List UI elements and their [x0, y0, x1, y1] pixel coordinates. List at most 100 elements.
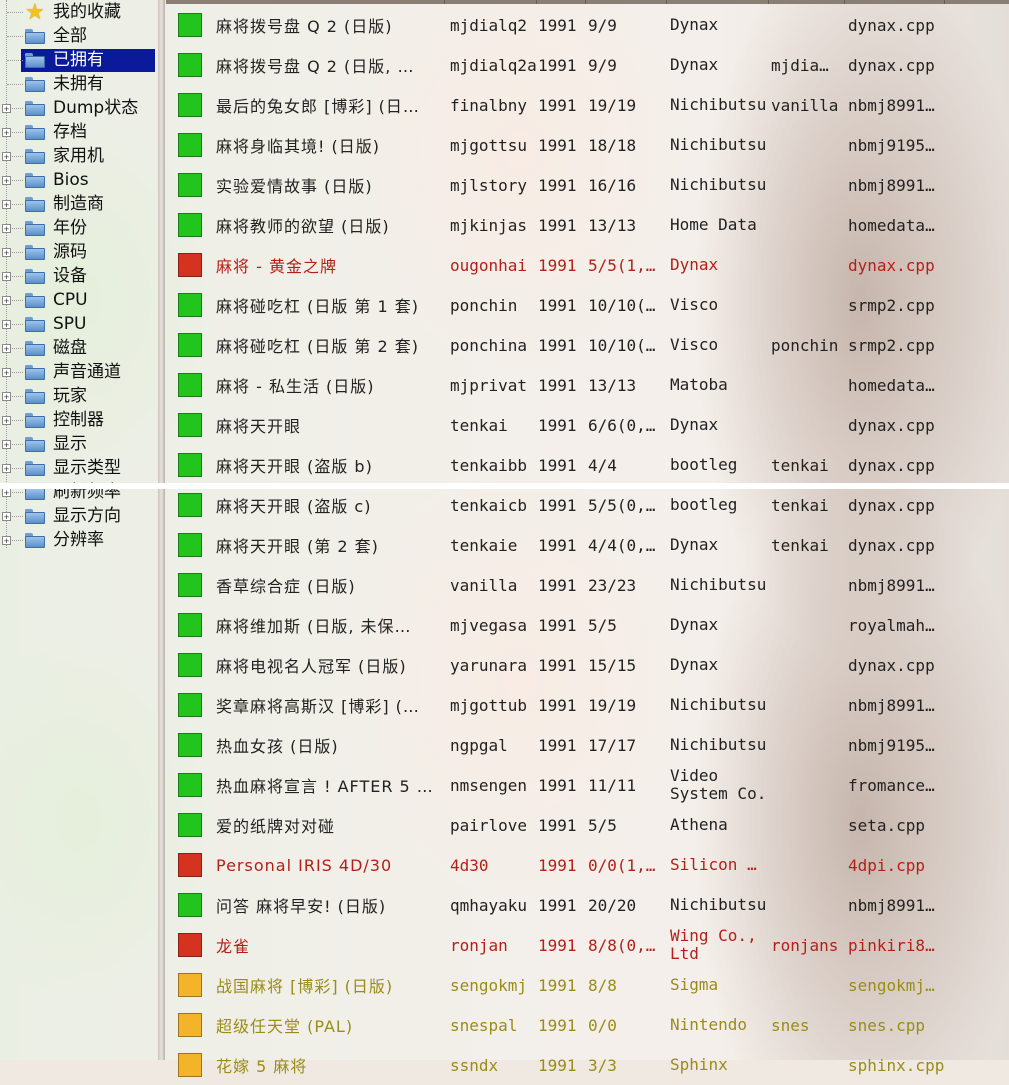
game-manufacturer: Silicon … — [670, 855, 757, 874]
table-row[interactable]: 麻将天开眼 (第 2 套) tenkaie 1991 4/4(0,… Dynax tenk… — [166, 525, 1009, 565]
game-source-file: snes.cpp — [848, 1015, 926, 1035]
tree-item-label: 声音通道 — [53, 362, 121, 382]
tree-item[interactable]: + 分辨率 — [0, 528, 158, 552]
table-row[interactable]: 最后的兔女郎 [博彩] (日… finalbny 1991 19/19 Nichibut… — [166, 85, 1009, 125]
game-sets: 0/0(1,… — [588, 855, 656, 875]
tree-item[interactable]: + 家用机 — [0, 144, 158, 168]
tree-item[interactable]: + 玩家 — [0, 384, 158, 408]
tree-item[interactable]: + 显示 — [0, 432, 158, 456]
tree-item[interactable]: + 显示方向 — [0, 504, 158, 528]
tree-item[interactable]: + 制造商 — [0, 192, 158, 216]
tree-item[interactable]: + 显示类型 — [0, 456, 158, 480]
table-row[interactable]: 花嫁 5 麻将 ssndx 1991 3/3 Sphinx sphinx.cpp — [166, 1045, 1009, 1085]
table-row[interactable]: 麻将 - 黄金之牌 ougonhai 1991 5/5(1,… Dynax dynax.c… — [166, 245, 1009, 285]
table-row[interactable]: 麻将碰吃杠 (日版 第 1 套) ponchin 1991 10/10(… Visco s… — [166, 285, 1009, 325]
folder-icon — [25, 389, 45, 404]
folder-icon — [25, 317, 45, 332]
expand-icon[interactable]: + — [2, 536, 11, 546]
expand-icon[interactable]: + — [2, 296, 11, 306]
table-row[interactable]: 龙雀 ronjan 1991 8/8(0,… Wing Co., Ltd ronjans p… — [166, 925, 1009, 965]
expand-icon[interactable]: + — [2, 200, 11, 210]
status-good-icon — [178, 293, 202, 317]
tree-item[interactable]: 未拥有 — [0, 72, 158, 96]
tree-item-label: 分辨率 — [53, 530, 104, 550]
table-row[interactable]: 麻将天开眼 (盗版 c) tenkaicb 1991 5/5(0,… bootleg te… — [166, 485, 1009, 525]
table-row[interactable]: 麻将拨号盘 Q 2 (日版) mjdialq2 1991 9/9 Dynax dynax.… — [166, 5, 1009, 45]
expand-icon[interactable]: + — [2, 104, 11, 114]
table-row[interactable]: 麻将 - 私生活 (日版) mjprivat 1991 13/13 Matoba home… — [166, 365, 1009, 405]
table-row[interactable]: 超级任天堂 (PAL) snespal 1991 0/0 Nintendo snes sne… — [166, 1005, 1009, 1045]
table-row[interactable]: 问答 麻将早安! (日版) qmhayaku 1991 20/20 Nichibutsu… — [166, 885, 1009, 925]
tree-item[interactable]: + Dump状态 — [0, 96, 158, 120]
table-row[interactable]: 麻将拨号盘 Q 2 (日版, … mjdialq2a 1991 9/9 Dynax mjd… — [166, 45, 1009, 85]
expand-icon[interactable]: + — [2, 272, 11, 282]
tree-item[interactable]: + 源码 — [0, 240, 158, 264]
expand-icon[interactable]: + — [2, 176, 11, 186]
table-row[interactable]: 奖章麻将高斯汉 [博彩] (… mjgottub 1991 19/19 Nichibut… — [166, 685, 1009, 725]
expand-icon[interactable]: + — [2, 440, 11, 450]
expand-icon[interactable]: + — [2, 464, 11, 474]
tree-item[interactable]: 已拥有 — [0, 48, 158, 72]
game-year: 1991 — [538, 855, 577, 875]
tree-item[interactable]: + 存档 — [0, 120, 158, 144]
column-divider[interactable] — [944, 0, 945, 4]
column-divider[interactable] — [768, 0, 769, 4]
expand-icon[interactable]: + — [2, 488, 11, 498]
table-row[interactable]: Personal IRIS 4D/30 4d30 1991 0/0(1,… Silico… — [166, 845, 1009, 885]
table-row[interactable]: 实验爱情故事 (日版) mjlstory 1991 16/16 Nichibutsu nb… — [166, 165, 1009, 205]
game-manufacturer: Matoba — [670, 375, 728, 394]
tree-item[interactable]: + 设备 — [0, 264, 158, 288]
table-row[interactable]: 麻将电视名人冠军 (日版) yarunara 1991 15/15 Dynax dynax… — [166, 645, 1009, 685]
expand-icon[interactable]: + — [2, 368, 11, 378]
table-row[interactable]: 热血女孩 (日版) ngpgal 1991 17/17 Nichibutsu nbmj91… — [166, 725, 1009, 765]
tree-item[interactable]: + Bios — [0, 168, 158, 192]
table-row[interactable]: 爱的纸牌对对碰 pairlove 1991 5/5 Athena seta.cpp — [166, 805, 1009, 845]
tree-item[interactable]: 全部 — [0, 24, 158, 48]
table-row[interactable]: 麻将天开眼 (盗版 b) tenkaibb 1991 4/4 bootleg tenkai… — [166, 445, 1009, 485]
table-row[interactable]: 香草综合症 (日版) vanilla 1991 23/23 Nichibutsu nbmj… — [166, 565, 1009, 605]
game-description: 麻将天开眼 — [216, 417, 302, 436]
game-manufacturer: Nintendo — [670, 1015, 748, 1034]
table-row[interactable]: 麻将天开眼 tenkai 1991 6/6(0,… Dynax dynax.cpp — [166, 405, 1009, 445]
expand-icon[interactable]: + — [2, 152, 11, 162]
expand-icon[interactable]: + — [2, 320, 11, 330]
status-good-icon — [178, 333, 202, 357]
expand-icon[interactable]: + — [2, 248, 11, 258]
column-divider[interactable] — [536, 0, 537, 4]
game-clone-of: ponchin — [771, 335, 839, 355]
tree-item[interactable]: + 磁盘 — [0, 336, 158, 360]
expand-icon[interactable]: + — [2, 392, 11, 402]
tree-item[interactable]: + CPU — [0, 288, 158, 312]
status-bad-icon — [178, 853, 202, 877]
tree-item[interactable]: + 声音通道 — [0, 360, 158, 384]
game-clone-of: ronjans — [771, 935, 839, 955]
tree-item[interactable]: + 年份 — [0, 216, 158, 240]
expand-icon[interactable]: + — [2, 128, 11, 138]
expand-icon[interactable]: + — [2, 512, 11, 522]
column-divider[interactable] — [666, 0, 667, 4]
tree-item[interactable]: ★ 我的收藏 — [0, 0, 158, 24]
tree-item[interactable]: + 控制器 — [0, 408, 158, 432]
table-row[interactable]: 麻将身临其境! (日版) mjgottsu 1991 18/18 Nichibutsu n… — [166, 125, 1009, 165]
tree-item-label: 家用机 — [53, 146, 104, 166]
game-sets: 5/5(1,… — [588, 255, 656, 275]
table-row[interactable]: 战国麻将 [博彩] (日版) sengokmj 1991 8/8 Sigma sengok… — [166, 965, 1009, 1005]
expand-icon[interactable]: + — [2, 224, 11, 234]
table-row[interactable]: 热血麻将宣言 ! AFTER 5 … nmsengen 1991 11/11 Video… — [166, 765, 1009, 805]
column-divider[interactable] — [844, 0, 845, 4]
expand-icon[interactable]: + — [2, 416, 11, 426]
table-row[interactable]: 麻将维加斯 (日版, 未保… mjvegasa 1991 5/5 Dynax royalm… — [166, 605, 1009, 645]
game-list[interactable]: 麻将拨号盘 Q 2 (日版) mjdialq2 1991 9/9 Dynax dynax.… — [166, 5, 1009, 1077]
game-source-file: nbmj8991… — [848, 175, 935, 195]
tree-item[interactable]: + SPU — [0, 312, 158, 336]
folder-icon — [25, 461, 45, 476]
column-divider[interactable] — [444, 0, 445, 4]
table-row[interactable]: 麻将碰吃杠 (日版 第 2 套) ponchina 1991 10/10(… Visco… — [166, 325, 1009, 365]
game-description: 热血女孩 (日版) — [216, 737, 339, 756]
pane-splitter[interactable] — [158, 0, 165, 1060]
game-description: 超级任天堂 (PAL) — [216, 1017, 354, 1036]
column-divider[interactable] — [585, 0, 586, 4]
table-row[interactable]: 麻将教师的欲望 (日版) mjkinjas 1991 13/13 Home Data ho… — [166, 205, 1009, 245]
game-clone-of — [771, 845, 841, 885]
expand-icon[interactable]: + — [2, 344, 11, 354]
